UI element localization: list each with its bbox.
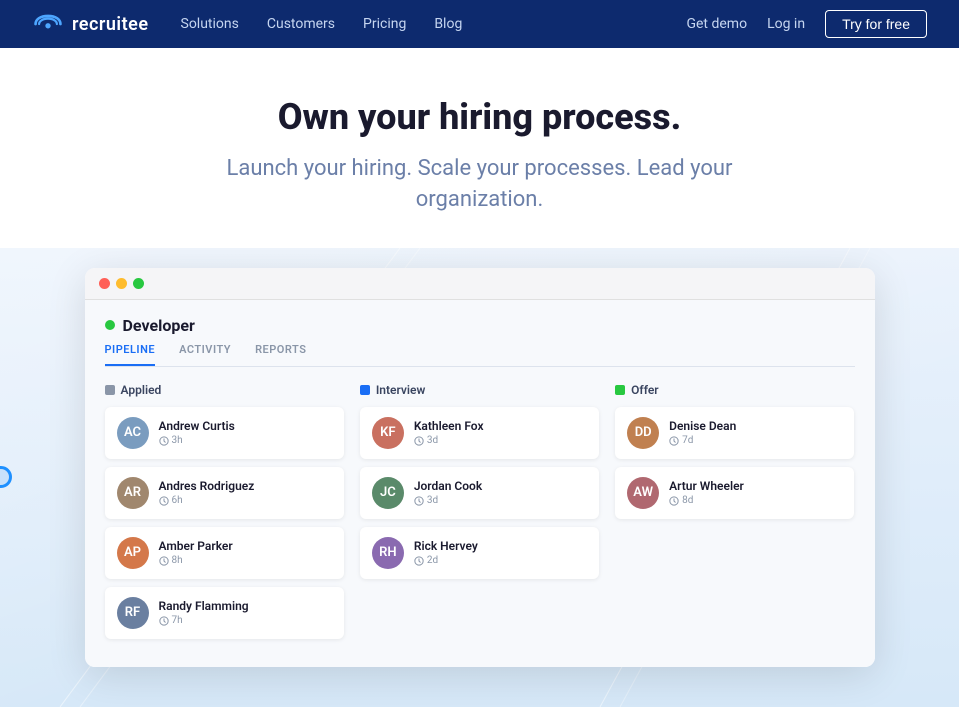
card-time: 7h <box>159 615 249 626</box>
job-status-dot <box>105 320 115 330</box>
card-name: Andrew Curtis <box>159 419 235 433</box>
window-titlebar <box>85 268 875 300</box>
card-name: Andres Rodriguez <box>159 479 255 493</box>
avatar: AR <box>117 477 149 509</box>
kanban-col-applied: Applied AC Andrew Curtis 3h AR <box>105 383 344 647</box>
col-dot <box>105 385 115 395</box>
card-name: Rick Hervey <box>414 539 478 553</box>
card-time: 3d <box>414 435 484 446</box>
card-time: 7d <box>669 435 736 446</box>
card-name: Artur Wheeler <box>669 479 744 493</box>
nav-solutions[interactable]: Solutions <box>181 16 239 32</box>
try-free-button[interactable]: Try for free <box>825 10 927 38</box>
nav-pricing[interactable]: Pricing <box>363 16 406 32</box>
window-minimize-dot <box>116 278 127 289</box>
card-time: 3d <box>414 495 482 506</box>
hero-section: Own your hiring process. Launch your hir… <box>0 48 959 248</box>
nav-links: Solutions Customers Pricing Blog <box>181 16 687 32</box>
kanban-card[interactable]: JC Jordan Cook 3d <box>360 467 599 519</box>
card-name: Amber Parker <box>159 539 233 553</box>
app-content: Developer PIPELINE ACTIVITY REPORTS Appl… <box>85 300 875 667</box>
col-title: Applied <box>121 383 162 397</box>
tab-pipeline[interactable]: PIPELINE <box>105 343 156 366</box>
kanban-col-interview: Interview KF Kathleen Fox 3d J <box>360 383 599 647</box>
avatar: RH <box>372 537 404 569</box>
col-header: Offer <box>615 383 854 397</box>
card-name: Jordan Cook <box>414 479 482 493</box>
kanban-card[interactable]: AW Artur Wheeler 8d <box>615 467 854 519</box>
content-area: Developer PIPELINE ACTIVITY REPORTS Appl… <box>0 248 959 707</box>
avatar: DD <box>627 417 659 449</box>
card-name: Kathleen Fox <box>414 419 484 433</box>
window-close-dot <box>99 278 110 289</box>
col-title: Interview <box>376 383 426 397</box>
avatar: AP <box>117 537 149 569</box>
col-dot <box>615 385 625 395</box>
hero-heading: Own your hiring process. <box>20 96 939 138</box>
get-demo-link[interactable]: Get demo <box>686 16 747 32</box>
kanban-card[interactable]: AR Andres Rodriguez 6h <box>105 467 344 519</box>
window-maximize-dot <box>133 278 144 289</box>
avatar: AW <box>627 477 659 509</box>
avatar: AC <box>117 417 149 449</box>
kanban-card[interactable]: AC Andrew Curtis 3h <box>105 407 344 459</box>
kanban-card[interactable]: DD Denise Dean 7d <box>615 407 854 459</box>
tab-reports[interactable]: REPORTS <box>255 343 306 366</box>
kanban-card[interactable]: RH Rick Hervey 2d <box>360 527 599 579</box>
kanban-card[interactable]: RF Randy Flamming 7h <box>105 587 344 639</box>
deco-circle <box>0 466 12 488</box>
navbar: recruitee Solutions Customers Pricing Bl… <box>0 0 959 48</box>
kanban-board: Applied AC Andrew Curtis 3h AR <box>105 383 855 647</box>
col-title: Offer <box>631 383 658 397</box>
kanban-card[interactable]: KF Kathleen Fox 3d <box>360 407 599 459</box>
card-name: Denise Dean <box>669 419 736 433</box>
nav-customers[interactable]: Customers <box>267 16 335 32</box>
app-window: Developer PIPELINE ACTIVITY REPORTS Appl… <box>85 268 875 667</box>
col-header: Applied <box>105 383 344 397</box>
card-time: 2d <box>414 555 478 566</box>
kanban-card[interactable]: AP Amber Parker 8h <box>105 527 344 579</box>
avatar: RF <box>117 597 149 629</box>
card-time: 3h <box>159 435 235 446</box>
login-link[interactable]: Log in <box>767 16 805 32</box>
logo[interactable]: recruitee <box>32 14 149 35</box>
hero-subheading: Launch your hiring. Scale your processes… <box>200 154 760 216</box>
avatar: KF <box>372 417 404 449</box>
kanban-col-offer: Offer DD Denise Dean 7d AW <box>615 383 854 647</box>
job-title: Developer <box>123 316 195 335</box>
logo-text: recruitee <box>72 14 149 35</box>
card-time: 8d <box>669 495 744 506</box>
app-tabs: PIPELINE ACTIVITY REPORTS <box>105 343 855 367</box>
card-name: Randy Flamming <box>159 599 249 613</box>
nav-actions: Get demo Log in Try for free <box>686 10 927 38</box>
avatar: JC <box>372 477 404 509</box>
col-header: Interview <box>360 383 599 397</box>
col-dot <box>360 385 370 395</box>
card-time: 6h <box>159 495 255 506</box>
job-header: Developer <box>105 316 855 335</box>
tab-activity[interactable]: ACTIVITY <box>179 343 231 366</box>
card-time: 8h <box>159 555 233 566</box>
nav-blog[interactable]: Blog <box>434 16 462 32</box>
